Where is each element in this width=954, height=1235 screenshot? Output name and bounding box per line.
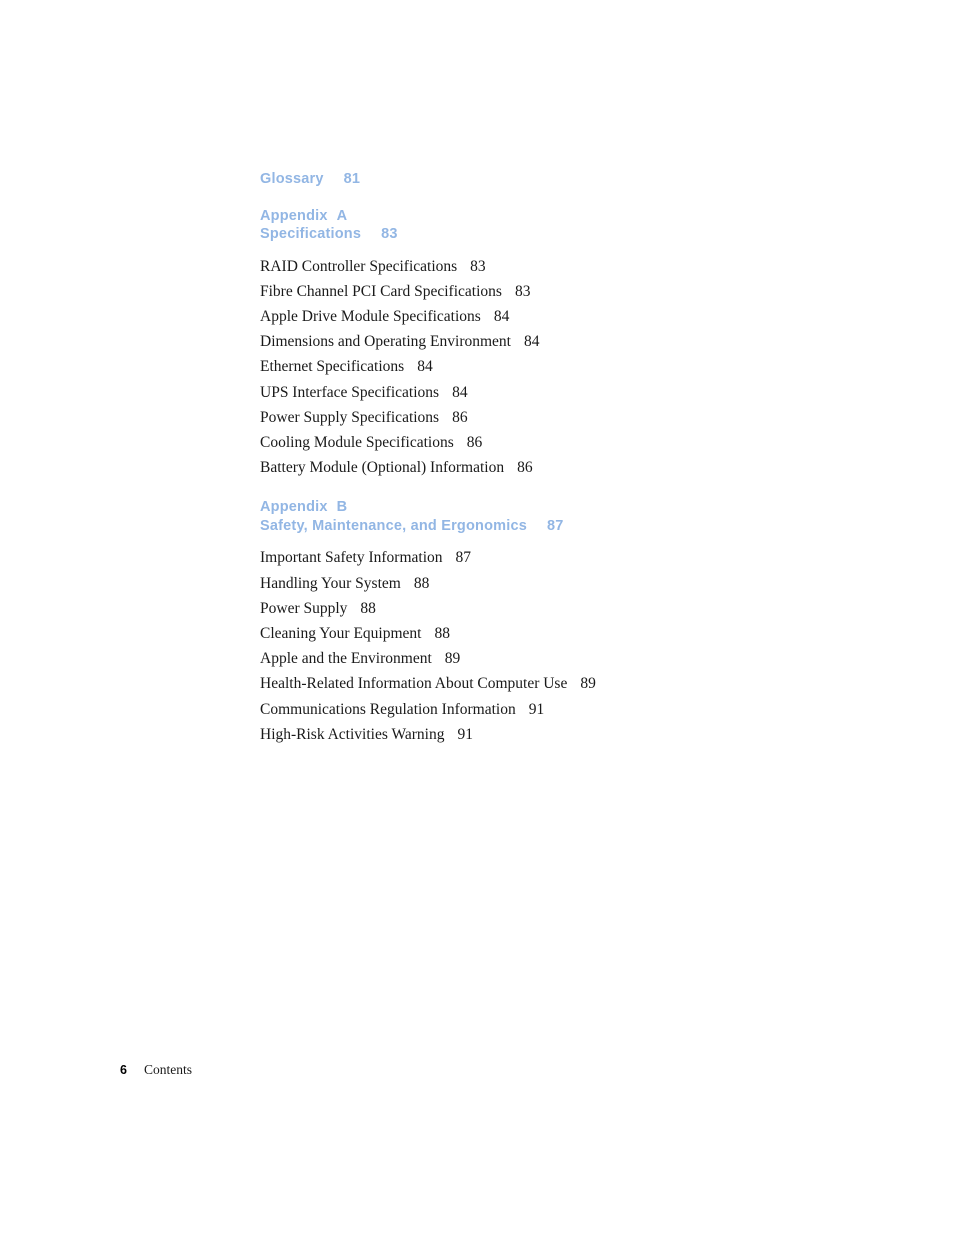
- toc-entry-page: 91: [457, 725, 473, 743]
- toc-entry-title: Important Safety Information: [260, 549, 443, 567]
- appendix-a-label-line: Appendix A: [260, 207, 880, 226]
- table-of-contents: Glossary 81 Appendix A Specifications 83 RA…: [260, 170, 880, 747]
- toc-entry-page: 89: [444, 650, 461, 668]
- toc-entry[interactable]: High-Risk Activities Warning 91: [260, 722, 880, 747]
- toc-entry[interactable]: Dimensions and Operating Environment 84: [260, 329, 880, 354]
- toc-entry-page: 87: [455, 549, 472, 567]
- toc-entry-page: 84: [452, 383, 468, 401]
- appendix-a-title: Specifications: [260, 226, 362, 242]
- glossary-heading-line: Glossary 81: [260, 170, 880, 189]
- appendix-b-title: Safety, Maintenance, and Ergonomics: [260, 517, 527, 534]
- toc-entry-title: Power Supply Specifications: [260, 408, 440, 426]
- toc-entry-title: Apple and the Environment: [260, 650, 432, 668]
- toc-entry-title: Cleaning Your Equipment: [260, 624, 422, 642]
- toc-entry-page: 84: [417, 358, 433, 376]
- toc-entry-page: 89: [580, 675, 596, 693]
- appendix-a-entry-list: RAID Controller Specifications 83 Fibre C…: [260, 254, 880, 481]
- toc-entry-page: 83: [514, 282, 531, 300]
- toc-entry-title: Power Supply: [260, 599, 348, 617]
- appendix-a-label: Appendix: [260, 207, 328, 224]
- toc-entry[interactable]: UPS Interface Specifications 84: [260, 380, 880, 405]
- toc-entry[interactable]: Power Supply 88: [260, 596, 880, 621]
- appendix-b-label-line: Appendix B: [260, 498, 880, 517]
- toc-entry-page: 88: [434, 624, 450, 642]
- toc-entry-title: Health-Related Information About Compute…: [260, 675, 568, 693]
- toc-entry-page: 84: [523, 333, 540, 351]
- toc-entry-title: Apple Drive Module Specifications: [260, 307, 481, 325]
- appendix-a-page-number: 83: [381, 226, 398, 242]
- toc-entry[interactable]: Important Safety Information 87: [260, 545, 880, 570]
- appendix-b-label: Appendix: [260, 499, 328, 516]
- toc-entry[interactable]: Cooling Module Specifications 86: [260, 430, 880, 455]
- glossary-title: Glossary: [260, 171, 324, 187]
- toc-entry-title: Cooling Module Specifications: [260, 433, 454, 451]
- toc-entry-title: Communications Regulation Information: [260, 700, 516, 718]
- toc-entry[interactable]: Apple and the Environment 89: [260, 646, 880, 671]
- toc-entry[interactable]: Apple Drive Module Specifications 84: [260, 304, 880, 329]
- toc-entry-title: High-Risk Activities Warning: [260, 725, 445, 743]
- appendix-b-entry-list: Important Safety Information 87 Handling …: [260, 545, 880, 747]
- toc-entry-page: 84: [493, 307, 510, 325]
- appendix-b-title-line: Safety, Maintenance, and Ergonomics 87: [260, 517, 880, 536]
- toc-heading-appendix-a[interactable]: Appendix A Specifications 83: [260, 207, 880, 244]
- toc-entry-page: 83: [470, 257, 486, 275]
- glossary-page-number: 81: [343, 171, 361, 187]
- toc-entry[interactable]: Fibre Channel PCI Card Specifications 83: [260, 279, 880, 304]
- appendix-b-letter: B: [336, 499, 348, 516]
- toc-heading-glossary[interactable]: Glossary 81: [260, 170, 880, 189]
- toc-heading-appendix-b[interactable]: Appendix B Safety, Maintenance, and Ergon…: [260, 498, 880, 535]
- footer-section-label: Contents: [143, 1062, 192, 1077]
- toc-entry[interactable]: Health-Related Information About Compute…: [260, 671, 880, 696]
- toc-entry-page: 86: [517, 459, 533, 477]
- appendix-a-title-line: Specifications 83: [260, 225, 880, 244]
- appendix-a-letter: A: [336, 207, 348, 224]
- toc-entry-page: 88: [413, 574, 430, 592]
- toc-entry-title: Ethernet Specifications: [260, 358, 405, 376]
- toc-entry-title: Handling Your System: [260, 574, 401, 592]
- toc-entry-title: Fibre Channel PCI Card Specifications: [260, 282, 502, 300]
- toc-entry[interactable]: Cleaning Your Equipment 88: [260, 621, 880, 646]
- toc-entry[interactable]: Power Supply Specifications 86: [260, 405, 880, 430]
- toc-entry[interactable]: Communications Regulation Information 91: [260, 697, 880, 722]
- page-footer: 6 Contents: [120, 1062, 192, 1078]
- toc-entry[interactable]: Battery Module (Optional) Information 86: [260, 455, 880, 480]
- toc-entry-title: UPS Interface Specifications: [260, 383, 440, 401]
- toc-entry[interactable]: Handling Your System 88: [260, 571, 880, 596]
- toc-entry-page: 86: [466, 433, 483, 451]
- toc-entry-page: 88: [360, 599, 376, 617]
- toc-entry-page: 91: [528, 700, 545, 718]
- document-page: Glossary 81 Appendix A Specifications 83 RA…: [0, 0, 954, 1235]
- toc-entry-title: Battery Module (Optional) Information: [260, 459, 505, 477]
- toc-entry[interactable]: Ethernet Specifications 84: [260, 354, 880, 379]
- footer-page-number: 6: [120, 1063, 127, 1077]
- toc-entry-title: RAID Controller Specifications: [260, 257, 458, 275]
- toc-entry-page: 86: [452, 408, 468, 426]
- toc-entry[interactable]: RAID Controller Specifications 83: [260, 254, 880, 279]
- toc-entry-title: Dimensions and Operating Environment: [260, 333, 511, 351]
- appendix-b-page-number: 87: [547, 517, 564, 534]
